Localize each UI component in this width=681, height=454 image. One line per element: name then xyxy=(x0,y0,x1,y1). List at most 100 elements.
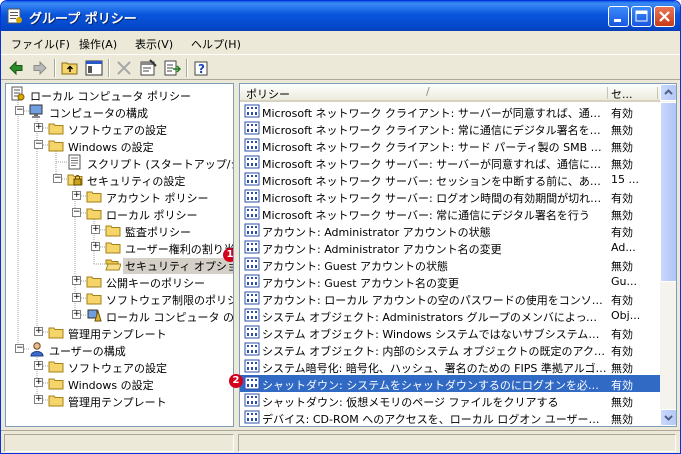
back-arrow-icon[interactable] xyxy=(7,59,25,77)
close-button[interactable] xyxy=(654,6,675,27)
policy-row[interactable]: アカウント: ローカル アカウントの空のパスワードの使用をコンソール ログオ..… xyxy=(240,290,660,307)
tree-item[interactable]: + ソフトウェアの設定 xyxy=(6,120,233,137)
tree-item[interactable]: + 監査ポリシー xyxy=(6,222,233,239)
tree-item[interactable]: − セキュリティの設定 xyxy=(6,171,233,188)
policy-row[interactable]: Microsoft ネットワーク サーバー: サーバーが同意すれば、通信にデジタ… xyxy=(240,154,660,171)
scroll-up-button[interactable] xyxy=(660,84,676,101)
tree-item-label: ソフトウェアの設定 xyxy=(68,362,167,375)
tree-item[interactable]: ローカル コンピュータ ポリシー xyxy=(6,86,233,103)
minimize-button[interactable] xyxy=(608,6,629,27)
collapse-icon[interactable]: − xyxy=(15,106,24,115)
minimize-icon xyxy=(614,19,621,22)
tree-item-label: ソフトウェア制限のポリシー xyxy=(106,294,233,307)
tree-item[interactable]: セキュリティ オプション xyxy=(6,256,233,274)
expand-icon[interactable]: + xyxy=(34,395,43,404)
expand-icon[interactable]: + xyxy=(34,123,43,132)
policy-row[interactable]: システム オブジェクト: 内部のシステム オブジェクトの既定のアクセス許可...… xyxy=(240,341,660,358)
column-divider[interactable] xyxy=(607,87,608,99)
tree-item-label: Windows の設定 xyxy=(68,141,154,154)
tree-item[interactable]: + アカウント ポリシー xyxy=(6,188,233,205)
export-list-icon[interactable] xyxy=(163,59,181,77)
policy-row[interactable]: システム オブジェクト: Windows システムではないサブシステムのための大… xyxy=(240,324,660,341)
tree-item[interactable]: + 管理用テンプレート xyxy=(6,392,233,409)
policy-row[interactable]: Microsoft ネットワーク クライアント: サーバーが同意すれば、通信にデ… xyxy=(240,103,660,120)
policy-name: アカウント: Guest アカウント名の変更 xyxy=(262,277,460,290)
tree-item[interactable]: − コンピュータの構成 xyxy=(6,103,233,120)
chevron-up-icon xyxy=(664,89,673,95)
policy-setting-icon xyxy=(244,359,260,373)
maximize-button[interactable] xyxy=(631,6,652,27)
expand-icon[interactable]: + xyxy=(34,378,43,387)
policy-row[interactable]: アカウント: Administrator アカウントの状態 有効 xyxy=(240,222,660,239)
tree-item-label: 管理用テンプレート xyxy=(68,396,167,409)
policy-setting-icon xyxy=(244,104,260,118)
tree-item[interactable]: + ソフトウェア制限のポリシー xyxy=(6,290,233,307)
menu-action[interactable]: 操作(A) xyxy=(79,36,117,52)
policy-row[interactable]: Microsoft ネットワーク クライアント: 常に通信にデジタル署名を行う無… xyxy=(240,120,660,137)
tree-item[interactable]: − Windows の設定 xyxy=(6,137,233,154)
expand-icon[interactable]: + xyxy=(91,242,100,251)
collapse-icon[interactable]: − xyxy=(72,208,81,217)
tree-item[interactable]: + ソフトウェアの設定 xyxy=(6,358,233,375)
tree-item[interactable]: − ユーザーの構成 xyxy=(6,341,233,358)
expand-icon[interactable]: + xyxy=(91,225,100,234)
console-tree[interactable]: ローカル コンピュータ ポリシー − コンピュータの構成 + ソフトウェアの設定 − Win… xyxy=(5,83,234,427)
delete-icon[interactable] xyxy=(115,59,133,77)
sort-indicator: / xyxy=(426,85,430,98)
tree-item[interactable]: + ローカル コンピュータ の IP セ xyxy=(6,307,233,324)
vertical-scrollbar[interactable] xyxy=(660,84,676,426)
tree-item[interactable]: + ユーザー権利の割り当て xyxy=(6,239,233,256)
properties-icon[interactable] xyxy=(139,59,157,77)
forward-arrow-icon[interactable] xyxy=(31,59,49,77)
tree-item[interactable]: スクリプト (スタートアップ/シャットダ xyxy=(6,154,233,171)
expand-icon[interactable]: + xyxy=(72,293,81,302)
policy-row[interactable]: アカウント: Guest アカウントの状態 無効 xyxy=(240,256,660,273)
tree-item[interactable]: + Windows の設定 xyxy=(6,375,233,392)
menu-file[interactable]: ファイル(F) xyxy=(11,36,70,52)
policy-row[interactable]: シャットダウン: システムをシャットダウンするのにログオンを必要としない 有効 xyxy=(240,375,660,392)
policy-setting-value: 有効 xyxy=(611,107,633,120)
help-icon[interactable]: ? xyxy=(193,59,211,77)
tree-item[interactable]: + 管理用テンプレート xyxy=(6,324,233,341)
tree-item[interactable]: + 公開キーのポリシー xyxy=(6,273,233,290)
policy-row[interactable]: システム オブジェクト: Administrators グループのメンバによって… xyxy=(240,307,660,324)
expand-icon[interactable]: + xyxy=(72,310,81,319)
collapse-icon[interactable]: − xyxy=(53,174,62,183)
folder-icon xyxy=(86,191,102,203)
column-header-setting[interactable]: セ... xyxy=(611,86,633,102)
script-icon xyxy=(68,154,81,170)
expand-icon[interactable]: + xyxy=(34,361,43,370)
column-divider[interactable] xyxy=(657,87,658,99)
title-bar[interactable]: グループ ポリシー xyxy=(1,1,680,31)
expand-icon[interactable]: + xyxy=(34,327,43,336)
tree-item[interactable]: − ローカル ポリシー xyxy=(6,205,233,222)
menu-view[interactable]: 表示(V) xyxy=(135,36,173,52)
policy-row[interactable]: システム暗号化: 暗号化、ハッシュ、署名のための FIPS 準拠アルゴリズ...… xyxy=(240,358,660,375)
callout-badge-2: 2 xyxy=(229,374,243,388)
menu-help[interactable]: ヘルプ(H) xyxy=(191,36,241,52)
policy-setting-icon xyxy=(244,257,260,271)
expand-icon[interactable]: + xyxy=(72,191,81,200)
show-tree-icon[interactable] xyxy=(85,59,103,77)
policy-row[interactable]: Microsoft ネットワーク サーバー: 常に通信にデジタル署名を行う 無効 xyxy=(240,205,660,222)
column-header-policy[interactable]: ポリシー xyxy=(246,86,290,102)
policy-row[interactable]: デバイス: CD-ROM へのアクセスを、ローカル ログオン ユーザーだけに制.… xyxy=(240,409,660,426)
tree-item-label: ローカル コンピュータ ポリシー xyxy=(30,90,191,103)
scroll-down-button[interactable] xyxy=(660,409,676,426)
collapse-icon[interactable]: − xyxy=(34,140,43,149)
policy-row[interactable]: アカウント: Guest アカウント名の変更 Gu... xyxy=(240,273,660,290)
policy-name: Microsoft ネットワーク サーバー: サーバーが同意すれば、通信にデジタ… xyxy=(262,158,608,171)
policy-setting-icon xyxy=(244,138,260,152)
policy-setting-value: 無効 xyxy=(611,260,633,273)
expand-icon[interactable]: + xyxy=(72,276,81,285)
policy-row[interactable]: シャットダウン: 仮想メモリのページ ファイルをクリアする 無効 xyxy=(240,392,660,409)
scroll-thumb[interactable] xyxy=(660,102,676,282)
policy-row[interactable]: Microsoft ネットワーク サーバー: セッションを中断する前に、ある一定… xyxy=(240,171,660,188)
up-folder-icon[interactable] xyxy=(61,59,79,77)
policy-setting-icon xyxy=(244,410,260,424)
policy-row[interactable]: アカウント: Administrator アカウント名の変更 Ad... xyxy=(240,239,660,256)
policy-row[interactable]: Microsoft ネットワーク クライアント: サード パーティ製の SMB … xyxy=(240,137,660,154)
collapse-icon[interactable]: − xyxy=(15,344,24,353)
policy-row[interactable]: Microsoft ネットワーク サーバー: ログオン時間の有効期間が切れるとク… xyxy=(240,188,660,205)
policy-list[interactable]: ポリシー / セ... Microsoft ネットワーク クライアント: サーバ… xyxy=(239,83,677,427)
